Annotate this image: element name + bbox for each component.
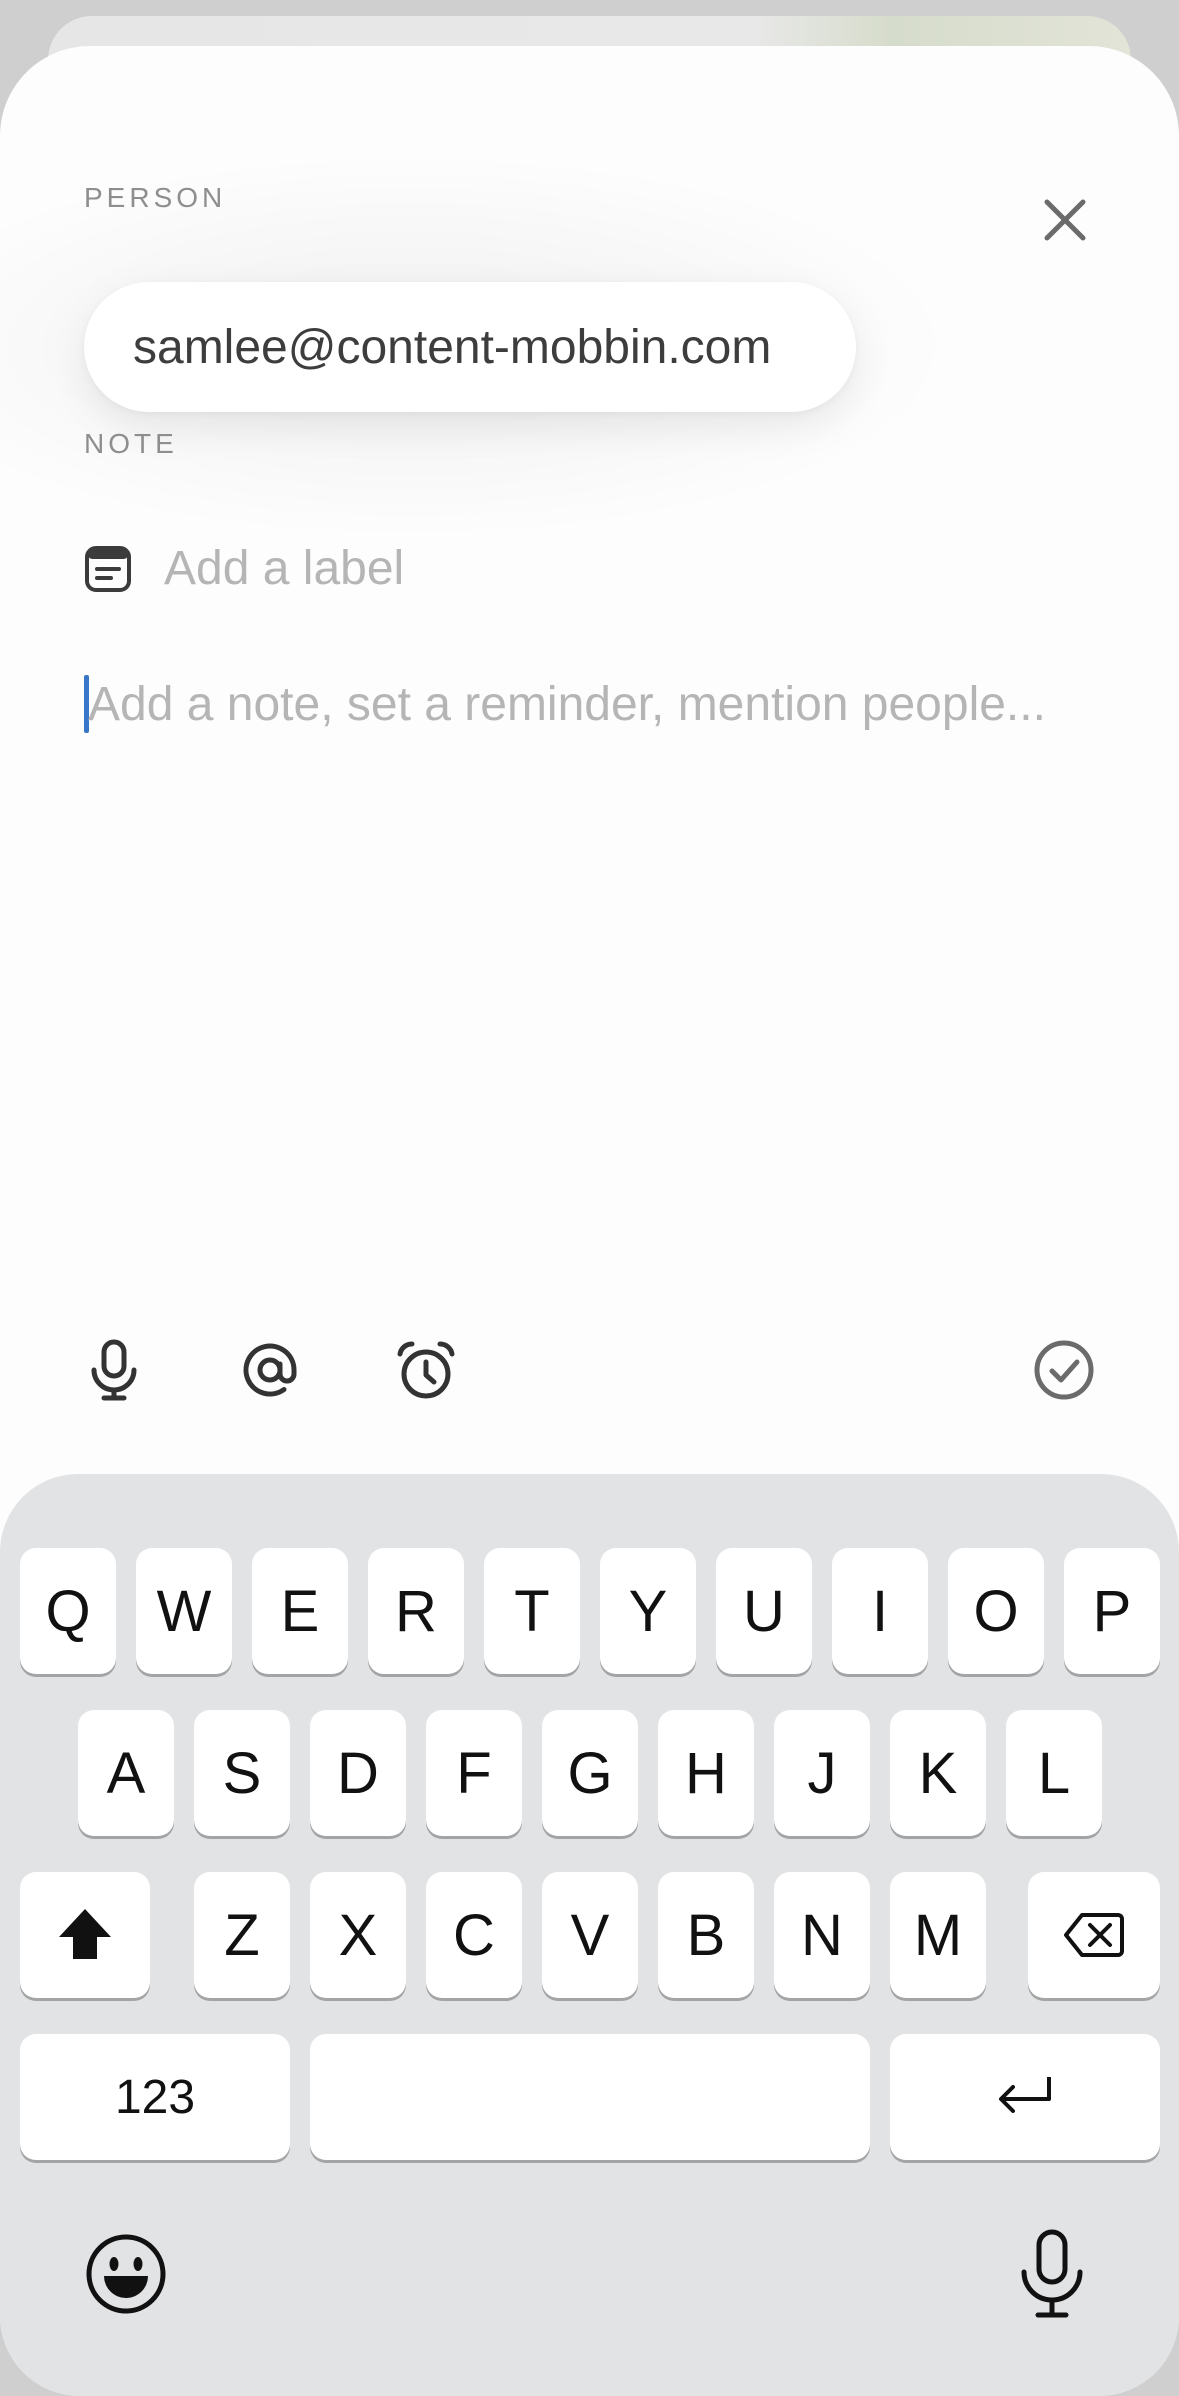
return-key[interactable] xyxy=(890,2034,1160,2160)
add-label-button[interactable]: Add a label xyxy=(84,541,404,596)
key-x[interactable]: X xyxy=(310,1872,406,1998)
backspace-key[interactable] xyxy=(1028,1872,1160,1998)
key-t[interactable]: T xyxy=(484,1548,580,1674)
mention-icon xyxy=(243,1343,297,1397)
return-icon xyxy=(999,2077,1051,2113)
key-n[interactable]: N xyxy=(774,1872,870,1998)
key-i[interactable]: I xyxy=(832,1548,928,1674)
key-u[interactable]: U xyxy=(716,1548,812,1674)
mention-button[interactable] xyxy=(234,1334,306,1406)
key-z[interactable]: Z xyxy=(194,1872,290,1998)
key-s[interactable]: S xyxy=(194,1710,290,1836)
backspace-icon xyxy=(1064,1913,1124,1957)
key-p[interactable]: P xyxy=(1064,1548,1160,1674)
emoji-button[interactable] xyxy=(84,2232,168,2316)
note-input[interactable]: Add a note, set a reminder, mention peop… xyxy=(84,674,1094,734)
system-keyboard: Q W E R T Y U I O P A S D F G H J K L Z … xyxy=(0,1474,1179,2396)
key-e[interactable]: E xyxy=(252,1548,348,1674)
emoji-icon xyxy=(86,2234,166,2314)
microphone-icon xyxy=(91,1339,137,1401)
key-j[interactable]: J xyxy=(774,1710,870,1836)
key-f[interactable]: F xyxy=(426,1710,522,1836)
dictation-icon xyxy=(1021,2229,1083,2318)
key-y[interactable]: Y xyxy=(600,1548,696,1674)
close-button[interactable] xyxy=(1035,190,1095,250)
key-d[interactable]: D xyxy=(310,1710,406,1836)
person-section-label: PERSON xyxy=(84,182,227,213)
key-g[interactable]: G xyxy=(542,1710,638,1836)
shift-key[interactable] xyxy=(20,1872,150,1998)
alarm-icon xyxy=(397,1341,455,1399)
person-email: samlee@content-mobbin.com xyxy=(133,320,772,374)
close-icon xyxy=(1044,199,1086,241)
key-r[interactable]: R xyxy=(368,1548,464,1674)
key-k[interactable]: K xyxy=(890,1710,986,1836)
person-chip[interactable]: samlee@content-mobbin.com xyxy=(84,282,856,412)
key-v[interactable]: V xyxy=(542,1872,638,1998)
shift-icon xyxy=(59,1909,111,1959)
key-l[interactable]: L xyxy=(1006,1710,1102,1836)
key-b[interactable]: B xyxy=(658,1872,754,1998)
key-c[interactable]: C xyxy=(426,1872,522,1998)
voice-note-button[interactable] xyxy=(78,1334,150,1406)
numbers-key[interactable]: 123 xyxy=(20,2034,290,2160)
key-w[interactable]: W xyxy=(136,1548,232,1674)
note-placeholder: Add a note, set a reminder, mention peop… xyxy=(88,677,1046,731)
check-circle-icon xyxy=(1034,1340,1094,1400)
add-label-text: Add a label xyxy=(164,542,405,595)
note-section-label: NOTE xyxy=(84,428,178,459)
key-a[interactable]: A xyxy=(78,1710,174,1836)
key-o[interactable]: O xyxy=(948,1548,1044,1674)
dictation-button[interactable] xyxy=(1010,2228,1094,2320)
key-h[interactable]: H xyxy=(658,1710,754,1836)
key-q[interactable]: Q xyxy=(20,1548,116,1674)
done-button[interactable] xyxy=(1028,1334,1100,1406)
key-m[interactable]: M xyxy=(890,1872,986,1998)
reminder-button[interactable] xyxy=(390,1334,462,1406)
label-icon xyxy=(85,545,131,592)
space-key[interactable] xyxy=(310,2034,870,2160)
